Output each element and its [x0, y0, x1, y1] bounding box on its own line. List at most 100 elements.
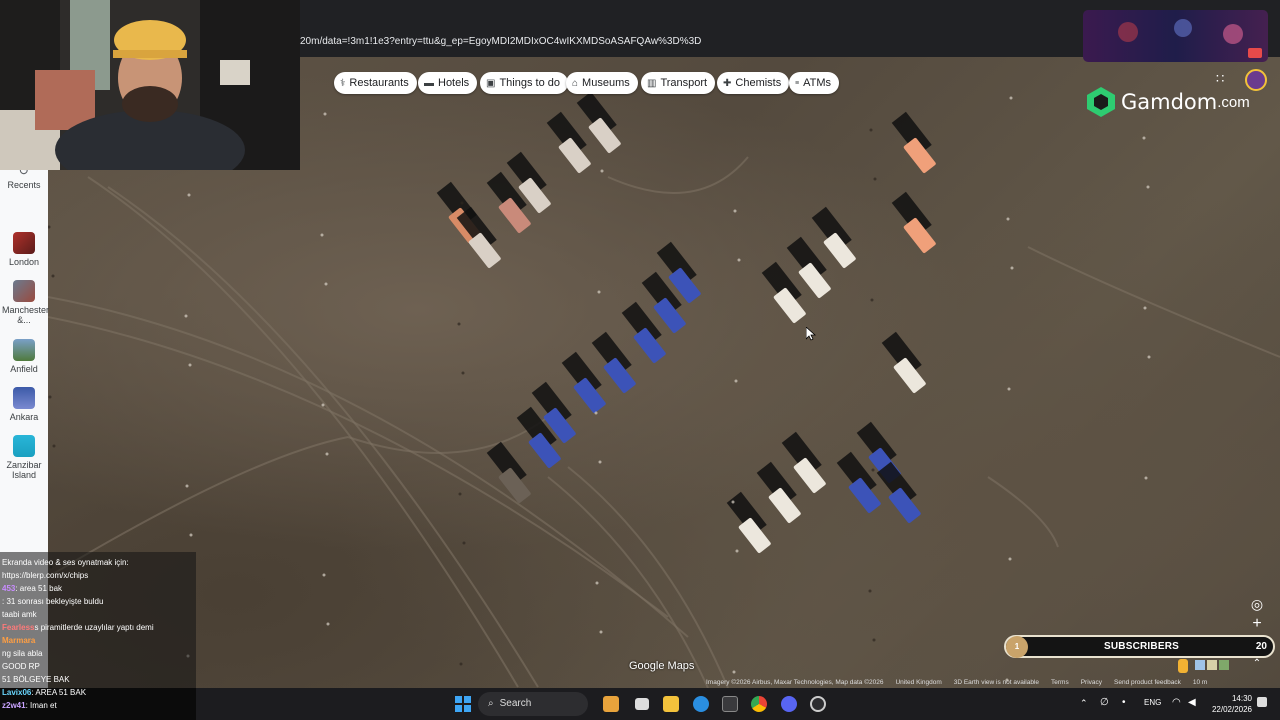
network-off-icon[interactable]: ∅	[1100, 697, 1109, 708]
debris-speck	[459, 662, 463, 666]
clock[interactable]: 14:30 22/02/2026	[1210, 693, 1252, 715]
gamdom-icon	[1087, 87, 1115, 117]
webcam-overlay	[0, 0, 300, 170]
file-explorer-icon[interactable]	[663, 696, 679, 712]
windows-start-icon[interactable]	[455, 696, 471, 712]
debris-speck	[1008, 557, 1012, 561]
chat-username: Marmara	[2, 636, 36, 645]
layer-thumb[interactable]	[1207, 660, 1217, 670]
my-location-icon[interactable]: ◎	[1247, 594, 1267, 614]
chip-atms[interactable]: ≡ ATMs	[789, 72, 839, 94]
chip-things-to-do[interactable]: ▣ Things to do	[480, 72, 568, 94]
notification-icon[interactable]	[1257, 697, 1267, 707]
debris-speck	[599, 630, 603, 634]
sidebar-item-manchester[interactable]: Manchester &...	[0, 280, 50, 325]
train-icon: ▥	[647, 77, 657, 89]
debris-speck	[1146, 185, 1150, 189]
chip-hotels[interactable]: ▬ Hotels	[418, 72, 478, 94]
collapse-icon[interactable]: ⌃	[1247, 654, 1267, 674]
sidebar-item-label: Manchester &...	[2, 305, 50, 325]
widgets-icon[interactable]	[603, 696, 619, 712]
layer-thumb[interactable]	[1195, 660, 1205, 670]
debris-speck	[325, 452, 329, 456]
pharmacy-icon: ✚	[723, 77, 732, 89]
parked-vehicle	[876, 461, 921, 523]
chip-label: Transport	[660, 77, 708, 89]
chip-restaurants[interactable]: ⚕ Restaurants	[334, 72, 417, 94]
parked-vehicle	[726, 491, 771, 553]
wifi-icon[interactable]: ◠	[1172, 697, 1181, 708]
debris-speck	[596, 120, 600, 124]
apps-grid-icon[interactable]: ∷	[1216, 71, 1224, 87]
zoom-in-button[interactable]: +	[1247, 614, 1267, 634]
tyre-track	[987, 476, 1059, 548]
chrome-icon[interactable]	[751, 696, 767, 712]
parked-vehicle	[546, 111, 591, 173]
chat-text: 51 BÖLGEYE BAK	[2, 675, 70, 684]
volume-icon[interactable]: ◀	[1188, 697, 1196, 708]
layer-thumb[interactable]	[1219, 660, 1229, 670]
edge-icon[interactable]	[693, 696, 709, 712]
address-bar[interactable]: 20m/data=!3m1!1e3?entry=ttu&g_ep=EgoyMDI…	[300, 31, 1080, 53]
debris-speck	[462, 541, 466, 545]
parked-vehicle	[456, 206, 501, 268]
debris-speck	[1007, 387, 1011, 391]
debris-speck	[1010, 266, 1014, 270]
chat-text: taabi amk	[2, 610, 37, 619]
debris-speck	[731, 500, 735, 504]
taskbar-search[interactable]: ⌕ Search	[478, 692, 588, 716]
google-maps-logo: Google Maps	[629, 660, 695, 672]
region-label[interactable]: United Kingdom	[895, 679, 941, 688]
parked-vehicle	[486, 441, 531, 503]
chat-username: z2w41	[2, 701, 26, 710]
debris-speck	[870, 298, 874, 302]
discord-icon[interactable]	[781, 696, 797, 712]
debris-speck	[735, 549, 739, 553]
debris-speck	[326, 622, 330, 626]
task-view-icon[interactable]	[635, 698, 649, 710]
chat-message: GOOD RP	[2, 662, 40, 672]
earth-view-note: 3D Earth view is not available	[953, 679, 1039, 686]
language-indicator[interactable]: ENG	[1144, 698, 1161, 707]
app-icon[interactable]	[810, 696, 826, 712]
debris-speck	[461, 371, 465, 375]
gamdom-wordmark: Gamdom	[1121, 90, 1218, 114]
parked-vehicle	[891, 191, 936, 253]
chip-transport[interactable]: ▥ Transport	[641, 72, 716, 94]
chat-message: ng sila abla	[2, 649, 42, 659]
place-thumbnail	[13, 232, 35, 254]
chat-message: taabi amk	[2, 610, 37, 620]
debris-speck	[457, 322, 461, 326]
pegman-icon[interactable]	[1178, 659, 1188, 673]
sidebar-item-anfield[interactable]: Anfield	[0, 339, 48, 374]
debris-speck	[873, 177, 877, 181]
sidebar-item-zanzibar[interactable]: Zanzibar Island	[0, 435, 48, 480]
debris-speck	[189, 533, 193, 537]
privacy-link[interactable]: Privacy	[1081, 679, 1102, 688]
sidebar-item-label: Ankara	[9, 412, 39, 422]
microphone-icon[interactable]: •	[1122, 697, 1126, 708]
chip-museums[interactable]: ⌂ Museums	[566, 72, 638, 94]
sidebar-item-ankara[interactable]: Ankara	[0, 387, 48, 422]
chat-message: Fearlesss piramitlerde uzaylılar yaptı d…	[2, 623, 154, 633]
feedback-link[interactable]: Send product feedback	[1114, 679, 1181, 688]
chip-label: Chemists	[735, 77, 782, 89]
debris-speck	[324, 282, 328, 286]
sidebar-item-label: London	[8, 257, 40, 267]
camera-icon: ▣	[486, 77, 496, 89]
clock-date: 22/02/2026	[1211, 705, 1252, 714]
debris-speck	[869, 128, 873, 132]
chip-chemists[interactable]: ✚ Chemists	[717, 72, 790, 94]
scale-label[interactable]: 10 m	[1193, 679, 1207, 688]
sidebar-item-london[interactable]: London	[0, 232, 48, 267]
debris-speck	[458, 492, 462, 496]
chat-text: : Iman et	[25, 701, 57, 710]
debris-speck	[872, 638, 876, 642]
tray-overflow-icon[interactable]: ⌃	[1080, 698, 1088, 709]
store-icon[interactable]	[722, 696, 738, 712]
webcam-feed	[0, 0, 300, 170]
debris-speck	[322, 573, 326, 577]
terms-link[interactable]: Terms	[1051, 679, 1069, 688]
layer-thumbnails[interactable]	[1195, 660, 1239, 670]
chat-text: : AREA 51 BAK	[31, 688, 87, 697]
